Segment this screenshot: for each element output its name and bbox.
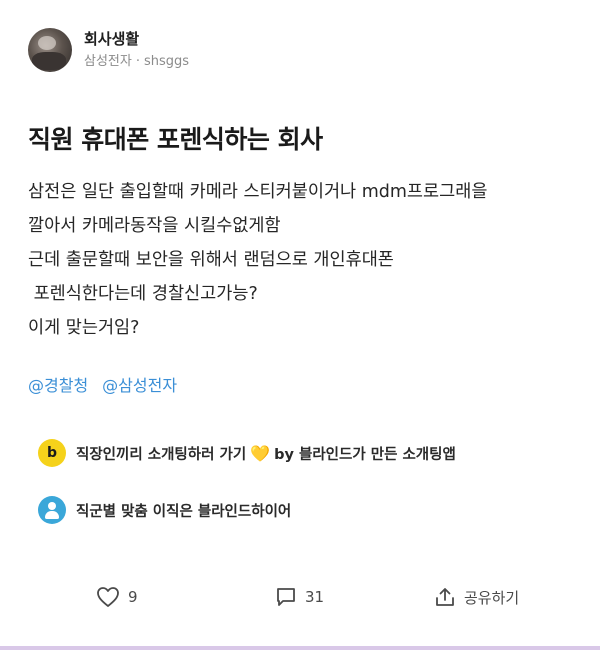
share-icon xyxy=(436,588,454,606)
promo-label: 직군별 맞춤 이직은 블라인드하이어 xyxy=(76,503,292,520)
post-actions: 9 31 공유하기 xyxy=(0,586,600,618)
tag-samsung[interactable]: @삼성전자 xyxy=(102,372,177,396)
heart-icon xyxy=(97,587,119,607)
author-info: 회사생활 삼성전자 · shsggs xyxy=(84,29,189,71)
share-label: 공유하기 xyxy=(464,588,520,607)
comment-icon xyxy=(277,588,295,606)
post-title: 직원 휴대폰 포렌식하는 회사 xyxy=(28,125,323,154)
post-body: 삼전은 일단 출입할때 카메라 스티커붙이거나 mdm프로그래을 깔아서 카메라… xyxy=(28,182,488,338)
promo-list: b 직장인끼리 소개팅하러 가기 💛 by 블라인드가 만든 소개팅앱 직군별 맞춤… xyxy=(28,433,572,547)
channel-name[interactable]: 회사생활 xyxy=(84,29,189,49)
promo-blind-dating[interactable]: b 직장인끼리 소개팅하러 가기 💛 by 블라인드가 만든 소개팅앱 xyxy=(28,433,572,473)
comment-count: 31 xyxy=(305,588,325,606)
share-button[interactable]: 공유하기 xyxy=(434,586,519,608)
promo-blind-hire[interactable]: 직군별 맞춤 이직은 블라인드하이어 xyxy=(28,490,572,530)
blind-b-icon: b xyxy=(38,439,66,467)
post-header: 회사생활 삼성전자 · shsggs xyxy=(28,28,189,72)
bottom-divider xyxy=(0,646,600,650)
like-count: 9 xyxy=(128,588,138,606)
company-name[interactable]: 삼성전자 xyxy=(84,54,132,69)
username: shsggs xyxy=(143,54,190,69)
promo-label: 직장인끼리 소개팅하러 가기 xyxy=(76,446,247,463)
author-meta: 삼성전자 · shsggs xyxy=(84,53,189,71)
promo-suffix: by 블라인드가 만든 소개팅앱 xyxy=(274,446,456,463)
meta-separator: · xyxy=(135,54,140,69)
like-button[interactable]: 9 xyxy=(96,586,138,608)
promo-text: 직장인끼리 소개팅하러 가기 💛 by 블라인드가 만든 소개팅앱 xyxy=(76,443,456,464)
comment-button[interactable]: 31 xyxy=(275,586,324,608)
yellow-heart-icon: 💛 xyxy=(250,443,271,463)
tag-list: @경찰청 @삼성전자 xyxy=(28,372,177,396)
person-icon xyxy=(38,496,66,524)
avatar[interactable] xyxy=(28,28,72,72)
tag-police[interactable]: @경찰청 xyxy=(28,372,88,396)
